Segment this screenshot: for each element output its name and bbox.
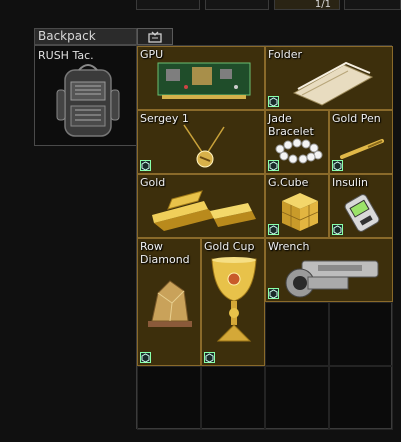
backpack-header-label: Backpack bbox=[38, 29, 96, 43]
backpack-slot[interactable]: RUSH Tac. bbox=[34, 45, 137, 146]
item-folder[interactable]: Folder bbox=[265, 46, 393, 110]
item-sergey-1[interactable]: Sergey 1 bbox=[137, 110, 265, 174]
examined-icon bbox=[332, 224, 343, 235]
item-insulin[interactable]: Insulin bbox=[329, 174, 393, 238]
item-wrench[interactable]: Wrench bbox=[265, 238, 393, 302]
examined-icon bbox=[268, 96, 279, 107]
item-name: Insulin bbox=[332, 176, 369, 189]
stack-count: 1/1 bbox=[314, 0, 331, 10]
examined-icon bbox=[268, 288, 279, 299]
examined-icon bbox=[140, 160, 151, 171]
item-name: Gold Pen bbox=[332, 112, 381, 125]
backpack-header: Backpack bbox=[34, 28, 137, 45]
item-name: Gold Cup bbox=[204, 240, 255, 253]
top-slot-1[interactable] bbox=[136, 0, 200, 10]
empty-cell[interactable] bbox=[265, 302, 329, 366]
item-gold-cup[interactable]: Gold Cup bbox=[201, 238, 265, 366]
wrench-image bbox=[285, 260, 379, 298]
top-slot-2[interactable] bbox=[205, 0, 269, 10]
backpack-image bbox=[56, 64, 120, 137]
backpack-grid[interactable]: GPU Folder Sergey 1 Jade Bracelet Gold P… bbox=[136, 45, 393, 430]
item-gold-pen[interactable]: Gold Pen bbox=[329, 110, 393, 174]
examined-icon bbox=[268, 160, 279, 171]
item-jade-bracelet[interactable]: Jade Bracelet bbox=[265, 110, 329, 174]
raw-diamond-image bbox=[148, 280, 192, 327]
top-slot-4[interactable] bbox=[344, 0, 401, 10]
empty-cell[interactable] bbox=[329, 366, 393, 430]
empty-cell[interactable] bbox=[201, 366, 265, 430]
item-row-diamond[interactable]: Row Diamond bbox=[137, 238, 201, 366]
folder-image bbox=[292, 61, 374, 106]
examined-icon bbox=[140, 352, 151, 363]
examined-icon bbox=[204, 352, 215, 363]
gold-pen-image bbox=[340, 139, 384, 159]
backpack-sort-button[interactable] bbox=[137, 28, 173, 45]
examined-icon bbox=[332, 160, 343, 171]
bracelet-image bbox=[275, 138, 323, 164]
gpu-image bbox=[157, 62, 251, 99]
empty-cell[interactable] bbox=[265, 366, 329, 430]
item-g-cube[interactable]: G.Cube bbox=[265, 174, 329, 238]
item-name: Folder bbox=[268, 48, 302, 61]
item-gold[interactable]: Gold bbox=[137, 174, 265, 238]
sergey-pendant-image bbox=[183, 124, 225, 168]
top-slot-3[interactable]: 1/1 bbox=[274, 0, 340, 10]
item-name: Wrench bbox=[268, 240, 310, 253]
item-name: Row Diamond bbox=[140, 240, 190, 266]
item-name: Jade Bracelet bbox=[268, 112, 314, 138]
item-name: Gold bbox=[140, 176, 166, 189]
item-name: Sergey 1 bbox=[140, 112, 189, 125]
insulin-image bbox=[344, 194, 380, 232]
empty-cell[interactable] bbox=[329, 302, 393, 366]
empty-cell[interactable] bbox=[137, 366, 201, 430]
gold-cube-image bbox=[281, 193, 319, 231]
gold-bars-image bbox=[152, 190, 256, 231]
item-name: GPU bbox=[140, 48, 164, 61]
item-name: G.Cube bbox=[268, 176, 309, 189]
examined-icon bbox=[268, 224, 279, 235]
item-gpu[interactable]: GPU bbox=[137, 46, 265, 110]
sort-icon bbox=[148, 31, 162, 43]
gold-cup-image bbox=[211, 257, 257, 342]
